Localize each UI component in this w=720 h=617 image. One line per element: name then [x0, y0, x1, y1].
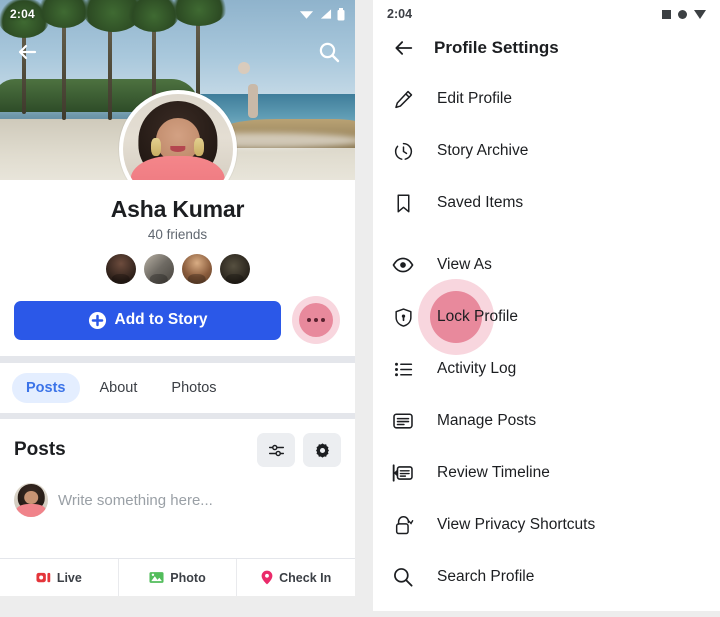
menu-group-divider — [373, 229, 720, 239]
profile-tabs: Posts About Photos — [0, 363, 355, 413]
menu-item-review-timeline[interactable]: Review Timeline — [373, 447, 720, 499]
menu-item-view-privacy-shortcuts[interactable]: View Privacy Shortcuts — [373, 499, 720, 551]
review-timeline-icon — [391, 461, 415, 485]
menu-item-activity-log[interactable]: Activity Log — [373, 343, 720, 395]
posts-section-header: Posts — [0, 419, 355, 475]
menu-item-label: View Privacy Shortcuts — [437, 516, 596, 533]
menu-item-label: Lock Profile — [437, 308, 518, 325]
photo-earring-left — [151, 138, 161, 156]
gear-icon — [315, 442, 329, 458]
add-to-story-button[interactable]: Add to Story — [14, 300, 281, 340]
menu-item-label: Search Profile — [437, 568, 535, 585]
menu-item-label: Story Archive — [437, 142, 529, 159]
post-composer[interactable]: Write something here... — [0, 475, 355, 533]
triangle-icon — [694, 9, 706, 19]
menu-item-story-archive[interactable]: Story Archive — [373, 125, 720, 177]
circle-icon — [678, 9, 687, 19]
lock-icon — [391, 513, 415, 537]
menu-item-manage-posts[interactable]: Manage Posts — [373, 395, 720, 447]
profile-action-row: Add to Story — [0, 284, 355, 356]
tab-photos[interactable]: Photos — [157, 373, 230, 403]
friend-count[interactable]: 40 friends — [12, 227, 343, 242]
screenshot-stage: 2:04 Asha Kumar 40 friends Add to Story … — [0, 0, 720, 617]
menu-item-label: Manage Posts — [437, 412, 537, 429]
menu-item-label: Saved Items — [437, 194, 524, 211]
photo-icon — [149, 572, 164, 583]
composer-action-bar: Live Photo Check In — [0, 558, 355, 596]
divider — [0, 356, 355, 363]
posts-heading: Posts — [14, 439, 66, 460]
filters-icon — [268, 444, 284, 456]
check-in-button[interactable]: Check In — [236, 559, 355, 596]
manage-posts-icon — [391, 409, 415, 433]
status-icon-group — [662, 9, 706, 19]
cover-nav-bar — [0, 28, 355, 76]
menu-item-label: View As — [437, 256, 492, 273]
settings-menu: Edit Profile Story Archive Saved Items V… — [373, 71, 720, 603]
plus-circle-icon — [88, 311, 106, 329]
wifi-icon — [299, 11, 314, 19]
menu-item-lock-profile[interactable]: Lock Profile — [373, 279, 720, 355]
settings-header: Profile Settings — [373, 21, 720, 71]
battery-icon — [337, 7, 345, 20]
bookmark-icon — [391, 191, 415, 215]
status-icon-group — [299, 7, 345, 21]
profile-photo — [122, 94, 233, 180]
live-video-icon — [36, 572, 51, 583]
cover-person — [248, 84, 258, 118]
signal-icon — [320, 9, 332, 19]
cover-photo[interactable]: 2:04 — [0, 0, 355, 180]
check-in-label: Check In — [279, 570, 332, 585]
ellipsis-icon — [307, 318, 325, 322]
square-icon — [662, 9, 671, 19]
pencil-icon — [391, 87, 415, 111]
friend-avatar[interactable] — [219, 254, 250, 284]
menu-item-saved-items[interactable]: Saved Items — [373, 177, 720, 229]
composer-input[interactable]: Write something here... — [58, 492, 213, 509]
search-icon — [391, 565, 415, 589]
composer-avatar — [14, 483, 48, 517]
back-arrow-icon[interactable] — [14, 40, 40, 64]
menu-item-view-as[interactable]: View As — [373, 239, 720, 291]
more-options-button[interactable] — [291, 296, 341, 344]
posts-action-buttons — [257, 433, 341, 467]
profile-settings-panel: 2:04 Profile Settings Edit Profile Story… — [373, 0, 720, 611]
menu-item-search-profile[interactable]: Search Profile — [373, 551, 720, 603]
shield-lock-icon — [391, 305, 415, 329]
tab-posts[interactable]: Posts — [12, 373, 80, 403]
live-button[interactable]: Live — [0, 559, 118, 596]
friend-avatar[interactable] — [105, 254, 136, 284]
posts-settings-button[interactable] — [303, 433, 341, 467]
friend-avatar[interactable] — [143, 254, 174, 284]
add-to-story-label: Add to Story — [114, 311, 208, 328]
live-label: Live — [56, 570, 82, 585]
page-title: Profile Settings — [434, 38, 559, 57]
status-time: 2:04 — [387, 7, 413, 21]
posts-filter-button[interactable] — [257, 433, 295, 467]
photo-label: Photo — [170, 570, 206, 585]
left-status-bar: 2:04 — [0, 0, 355, 28]
photo-button[interactable]: Photo — [117, 559, 237, 596]
tab-about[interactable]: About — [86, 373, 152, 403]
location-pin-icon — [261, 570, 273, 585]
menu-item-label: Edit Profile — [437, 90, 512, 107]
eye-icon — [391, 253, 415, 277]
friend-avatar[interactable] — [181, 254, 212, 284]
clock-archive-icon — [391, 139, 415, 163]
menu-item-label: Activity Log — [437, 360, 517, 377]
status-time: 2:04 — [10, 7, 35, 21]
menu-item-edit-profile[interactable]: Edit Profile — [373, 73, 720, 125]
page-title: Asha Kumar — [110, 196, 245, 222]
search-icon[interactable] — [317, 40, 341, 64]
profile-meta: Asha Kumar 40 friends — [0, 180, 355, 284]
photo-earring-right — [194, 138, 204, 156]
friend-avatar-list[interactable] — [12, 254, 343, 284]
menu-item-label: Review Timeline — [437, 464, 550, 481]
photo-smile — [169, 145, 186, 153]
list-icon — [391, 357, 415, 381]
profile-phone-panel: 2:04 Asha Kumar 40 friends Add to Story … — [0, 0, 355, 596]
right-status-bar: 2:04 — [373, 0, 720, 21]
back-arrow-icon[interactable] — [391, 37, 416, 59]
